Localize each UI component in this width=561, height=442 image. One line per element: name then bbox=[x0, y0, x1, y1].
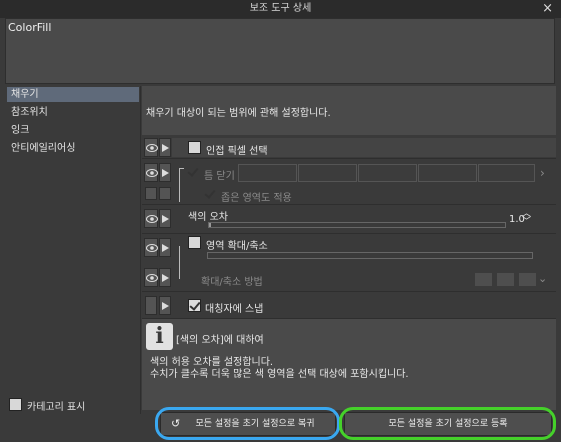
register-all-settings-button[interactable]: 모든 설정을 초기 설정으로 등록 bbox=[344, 412, 552, 436]
category-item-reference[interactable]: 참조위치 bbox=[7, 105, 139, 120]
window-title: 보조 도구 상세 bbox=[249, 3, 312, 14]
category-item-ink[interactable]: 잉크 bbox=[7, 123, 139, 138]
section-description-panel: 채우기 대상이 되는 범위에 관해 설정합니다. bbox=[142, 86, 556, 135]
tree-connector bbox=[179, 168, 184, 202]
category-item-fill[interactable]: 채우기 bbox=[7, 87, 139, 102]
tool-name-panel: ColorFill bbox=[5, 18, 555, 84]
help-title: [색의 오차]에 대하여 bbox=[176, 335, 264, 346]
close-icon[interactable]: × bbox=[542, 1, 553, 16]
eye-icon[interactable] bbox=[144, 238, 158, 257]
section-description: 채우기 대상이 되는 범위에 관해 설정합니다. bbox=[146, 108, 331, 119]
category-item-antialiasing[interactable]: 안티에일리어싱 bbox=[7, 141, 139, 156]
eye-icon[interactable] bbox=[144, 138, 158, 157]
close-gap-label: 틈 닫기 bbox=[204, 171, 235, 182]
expand-triangle-icon[interactable] bbox=[159, 296, 171, 315]
apply-narrow-label: 좁은 영역도 적용 bbox=[221, 193, 292, 204]
expand-method-label: 확대/축소 방법 bbox=[201, 277, 263, 288]
gap-size-option[interactable] bbox=[238, 164, 297, 182]
gap-size-option[interactable] bbox=[418, 164, 477, 182]
row-toggle[interactable] bbox=[145, 296, 157, 315]
chevron-down-icon[interactable]: ⌄ bbox=[538, 272, 547, 285]
chevron-right-icon[interactable]: › bbox=[540, 166, 545, 180]
close-gap-checkbox[interactable] bbox=[187, 166, 200, 179]
eye-icon[interactable] bbox=[144, 268, 158, 287]
row-toggle[interactable] bbox=[145, 187, 157, 200]
apply-narrow-checkbox[interactable] bbox=[204, 188, 217, 201]
reset-all-settings-button[interactable]: ↺ 모든 설정을 초기 설정으로 복귀 bbox=[160, 412, 336, 436]
expand-triangle-icon[interactable] bbox=[159, 163, 171, 182]
category-display-label: 카테고리 표시 bbox=[27, 402, 86, 413]
gap-size-option[interactable] bbox=[298, 164, 357, 182]
help-line-2: 수치가 클수록 더욱 많은 색 영역을 선택 대상에 포함시킵니다. bbox=[150, 369, 409, 380]
adjacent-pixels-label: 인접 픽셀 선택 bbox=[206, 146, 268, 157]
eye-icon[interactable] bbox=[144, 209, 158, 228]
tolerance-label: 색의 오차 bbox=[188, 212, 228, 223]
expand-triangle-icon[interactable] bbox=[159, 209, 171, 228]
expand-triangle-icon[interactable] bbox=[159, 268, 171, 287]
adjacent-pixels-checkbox[interactable] bbox=[188, 141, 201, 154]
category-display-checkbox[interactable] bbox=[9, 398, 22, 411]
tool-name: ColorFill bbox=[8, 21, 52, 34]
snap-checkbox[interactable] bbox=[188, 299, 201, 312]
tree-connector bbox=[179, 246, 184, 279]
expand-area-checkbox[interactable] bbox=[188, 236, 201, 249]
expand-area-label: 영역 확대/축소 bbox=[206, 241, 268, 252]
reset-all-settings-label: 모든 설정을 초기 설정으로 복귀 bbox=[195, 419, 315, 429]
gap-size-option[interactable] bbox=[478, 164, 535, 182]
row-toggle[interactable] bbox=[159, 187, 171, 200]
expand-triangle-icon[interactable] bbox=[159, 238, 171, 257]
expand-triangle-icon[interactable] bbox=[159, 138, 171, 157]
reset-icon: ↺ bbox=[171, 417, 181, 430]
info-icon: i bbox=[146, 323, 173, 350]
expand-method-angled-icon[interactable] bbox=[518, 272, 537, 287]
snap-label: 대칭자에 스냅 bbox=[205, 304, 264, 315]
tolerance-slider[interactable] bbox=[208, 222, 506, 228]
spinner-icon[interactable]: ︿ ﹀ bbox=[522, 210, 531, 227]
expand-method-square-icon[interactable] bbox=[474, 272, 493, 287]
eye-icon[interactable] bbox=[144, 163, 158, 182]
register-all-settings-label: 모든 설정을 초기 설정으로 등록 bbox=[388, 419, 508, 429]
category-list: 채우기 참조위치 잉크 안티에일리어싱 bbox=[5, 86, 141, 414]
expand-method-round-icon[interactable] bbox=[496, 272, 515, 287]
expand-amount-slider[interactable] bbox=[207, 252, 533, 259]
gap-size-option[interactable] bbox=[358, 164, 417, 182]
